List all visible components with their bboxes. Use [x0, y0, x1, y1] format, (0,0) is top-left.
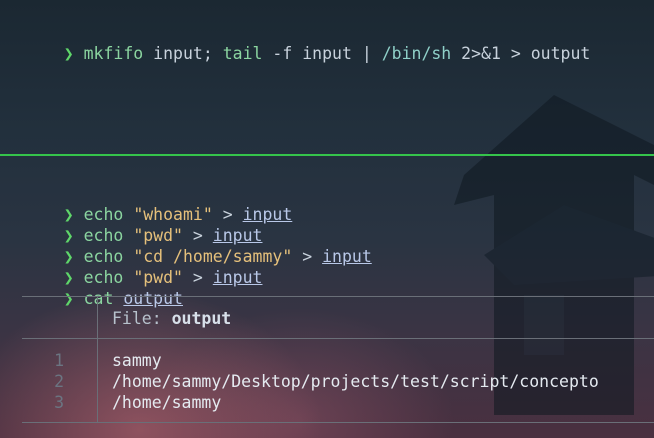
- command-line: ❯ echo "pwd" > input: [24, 204, 263, 245]
- command-operator: >: [292, 247, 323, 266]
- prompt-icon: ❯: [63, 44, 74, 63]
- command-redirect: 2>&1 > output: [451, 44, 591, 63]
- output-line: /home/sammy: [112, 393, 222, 412]
- bat-bottom-rule: [22, 422, 654, 423]
- command-mkfifo: mkfifo: [83, 44, 144, 63]
- output-line: /home/sammy/Desktop/projects/test/script…: [112, 372, 599, 391]
- top-command-line: ❯ mkfifo input; tail -f input | /bin/sh …: [24, 22, 591, 63]
- file-label: File:: [112, 309, 172, 328]
- command-arg: input |: [302, 44, 382, 63]
- file-link-input[interactable]: input: [322, 247, 372, 266]
- file-link-output[interactable]: output: [123, 289, 183, 308]
- command-flag: -f: [262, 44, 303, 63]
- line-number: 2: [54, 372, 64, 391]
- command-line: ❯ cat output: [24, 267, 183, 308]
- prompt-icon: ❯: [63, 289, 74, 308]
- command-operator: >: [182, 268, 213, 287]
- bat-header-separator: [97, 296, 98, 338]
- file-name: output: [171, 309, 232, 328]
- bat-file-header: File: output: [112, 308, 231, 330]
- command-name: cat: [83, 289, 114, 308]
- command-tail: tail: [222, 44, 263, 63]
- bat-gutter-separator: [97, 338, 98, 422]
- pane-divider[interactable]: [0, 154, 654, 156]
- bat-header-rule: [22, 338, 654, 339]
- file-link-input[interactable]: input: [213, 268, 263, 287]
- output-line: sammy: [112, 351, 162, 370]
- command-line: ❯ echo "cd /home/sammy" > input: [24, 225, 372, 266]
- top-terminal-pane[interactable]: ❯ mkfifo input; tail -f input | /bin/sh …: [0, 0, 654, 154]
- line-number: 1: [54, 351, 64, 370]
- bat-top-rule: [22, 296, 654, 297]
- command-line: ❯ echo "pwd" > input: [24, 246, 263, 287]
- command-path: /bin/sh: [381, 44, 452, 63]
- command-line: ❯ echo "whoami" > input: [24, 183, 293, 224]
- line-number: 3: [54, 393, 64, 412]
- command-arg: input;: [143, 44, 223, 63]
